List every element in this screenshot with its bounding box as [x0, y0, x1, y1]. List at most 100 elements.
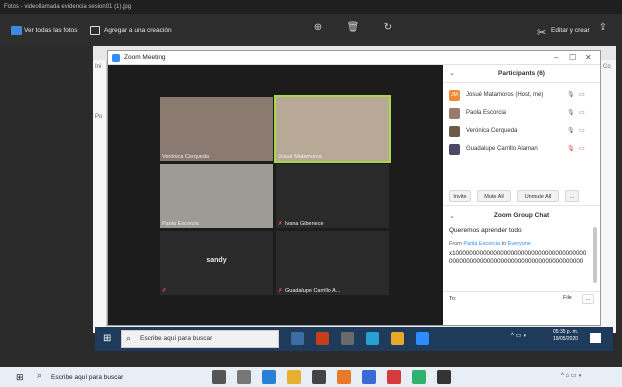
participant-row[interactable]: Paola Escorcia 🎙 ▭ [443, 105, 600, 122]
search-icon: ⌕ [126, 333, 132, 343]
outer-search-box[interactable]: ⌕ Escribe aquí para buscar [37, 370, 197, 385]
camera-icon[interactable]: ▭ [579, 91, 585, 98]
participant-row[interactable]: JM Josué Matamoros (Host, me) 🎙 ▭ [443, 87, 600, 104]
camera-app-icon[interactable] [341, 332, 354, 345]
zoom-title: Zoom Meeting [124, 54, 166, 61]
inner-clock[interactable]: 05:35 p. m. 19/05/2020 [553, 329, 578, 343]
sidebar-panel: ⌄ Participants (6) JM Josué Matamoros (H… [443, 65, 600, 325]
zoom-meeting-window: Zoom Meeting – ☐ ✕ Verónica Cerqueda Jos… [107, 50, 601, 326]
chat-message: x100000000000000000000000000000000000000… [449, 250, 587, 265]
tile-name: Verónica Cerqueda [162, 154, 210, 160]
invite-button[interactable]: Invite [449, 190, 471, 202]
participant-name: Josué Matamoros (Host, me) [466, 92, 544, 98]
video-tile-active[interactable]: Josue Matamoros [274, 95, 391, 163]
chat-message: Queremos aprender todo [449, 227, 522, 234]
edge-icon[interactable] [262, 370, 276, 384]
add-to-creation-button[interactable]: Agregar a una creación [90, 22, 172, 40]
tile-name: Guadalupe Carrillo A... [285, 288, 341, 294]
mic-muted-icon[interactable]: 🎙 [567, 145, 575, 152]
muted-mic-icon: ✗ [278, 221, 283, 227]
camera-icon[interactable]: ▭ [579, 127, 585, 134]
tile-name: Ivana Gibenece [285, 221, 324, 227]
clock-date: 19/05/2020 [553, 336, 579, 342]
avatar [449, 108, 460, 119]
app-icon[interactable] [412, 370, 426, 384]
windows-start-icon[interactable]: ⊞ [103, 333, 111, 345]
zoom-titlebar: Zoom Meeting – ☐ ✕ [108, 51, 600, 65]
chat-recipient: Everyone [507, 241, 531, 247]
video-tile[interactable]: Verónica Cerqueda [160, 97, 273, 161]
maximize-icon[interactable]: ☐ [569, 52, 576, 64]
file-explorer-icon[interactable] [287, 370, 301, 384]
inner-taskbar: ⊞ ⌕ Escribe aquí para buscar ^ ▭ ◖ 05:35… [95, 327, 613, 351]
avatar: JM [449, 90, 460, 101]
chat-scrollbar[interactable] [593, 227, 597, 283]
video-gallery: Verónica Cerqueda Josue Matamoros Paola … [108, 65, 443, 325]
close-icon[interactable]: ✕ [585, 52, 592, 64]
right-strip-label-1: Co [603, 64, 611, 70]
rotate-icon[interactable]: ↻ [381, 21, 395, 35]
file-explorer-icon[interactable] [291, 332, 304, 345]
task-view-icon[interactable] [237, 370, 251, 384]
system-tray-icons[interactable]: ^ ⌂ ▭ ◖ [561, 372, 582, 379]
windows-start-icon[interactable]: ⊞ [16, 372, 24, 382]
chat-title: Zoom Group Chat [493, 212, 550, 219]
system-tray-icons[interactable]: ^ ▭ ◖ [511, 332, 526, 339]
minimize-icon[interactable]: – [554, 52, 558, 64]
see-all-photos-button[interactable]: Ver todas las fotos [8, 22, 77, 40]
notification-icon[interactable] [590, 333, 601, 343]
chat-more-button[interactable]: ... [582, 294, 594, 304]
add-creation-label: Agregar a una creación [104, 27, 172, 34]
chrome-icon[interactable] [391, 332, 404, 345]
photo-left-strip: Ini Po [93, 60, 107, 333]
unmute-all-button[interactable]: Unmute All [517, 190, 559, 202]
zoom-in-icon[interactable]: ⊕ [311, 21, 325, 35]
mic-icon[interactable]: 🎙 [567, 127, 575, 134]
participant-row[interactable]: Guadalupe Carrillo Alaman 🎙 ▭ [443, 141, 600, 158]
avatar [449, 126, 460, 137]
inner-search-box[interactable]: ⌕ Escribe aquí para buscar [121, 330, 279, 348]
file-button[interactable]: File [563, 295, 572, 301]
app-icon[interactable] [387, 370, 401, 384]
photos-app-icon[interactable] [437, 370, 451, 384]
muted-mic-icon: ✗ [278, 288, 283, 294]
chat-to-label: To: [449, 296, 457, 302]
video-tile[interactable]: ✗ Guadalupe Carrillo A... [276, 231, 389, 295]
edit-create-button[interactable]: ✂ Editar y crear [537, 22, 590, 40]
zoom-logo-icon [112, 54, 120, 62]
mic-icon[interactable]: 🎙 [567, 91, 575, 98]
left-strip-label-2: Po [95, 114, 103, 120]
photos-title: Fotos - videollamada evidencia sesion01 … [0, 0, 622, 14]
cortana-icon[interactable] [212, 370, 226, 384]
delete-icon[interactable]: 🗑 [346, 21, 360, 35]
edit-create-label: Editar y crear [551, 27, 590, 34]
left-strip-label-1: Ini [95, 64, 102, 70]
avatar [449, 144, 460, 155]
video-tile[interactable]: Paola Escorcia [160, 164, 273, 228]
participant-name: Verónica Cerqueda [466, 128, 518, 134]
camera-off-icon[interactable]: ▭ [579, 145, 585, 152]
mic-icon[interactable]: 🎙 [567, 109, 575, 116]
chat-sender-name: Paola Escorcia [463, 241, 501, 247]
app-icon[interactable] [362, 370, 376, 384]
more-options-button[interactable]: ... [565, 190, 579, 202]
camera-icon[interactable]: ▭ [579, 109, 585, 116]
mute-all-button[interactable]: Mute All [477, 190, 511, 202]
participant-row[interactable]: Verónica Cerqueda 🎙 ▭ [443, 123, 600, 140]
inner-search-placeholder: Escribe aquí para buscar [140, 335, 213, 342]
store-icon[interactable] [312, 370, 326, 384]
tile-center-name: sandy [206, 257, 227, 264]
tile-name: Paola Escorcia [162, 221, 199, 227]
search-icon: ⌕ [37, 370, 43, 380]
zoom-app-icon[interactable] [416, 332, 429, 345]
muted-mic-icon: ✗ [162, 288, 167, 294]
chat-input-area[interactable]: To: File ... [443, 291, 600, 325]
participant-name: Paola Escorcia [466, 110, 507, 116]
video-tile[interactable]: sandy ✗ [160, 231, 273, 295]
edge-icon[interactable] [366, 332, 379, 345]
app-icon[interactable] [337, 370, 351, 384]
share-icon[interactable]: ⇪ [596, 21, 610, 35]
video-tile[interactable]: ✗ Ivana Gibenece [276, 164, 389, 228]
powerpoint-icon[interactable] [316, 332, 329, 345]
add-creation-icon [90, 26, 100, 35]
